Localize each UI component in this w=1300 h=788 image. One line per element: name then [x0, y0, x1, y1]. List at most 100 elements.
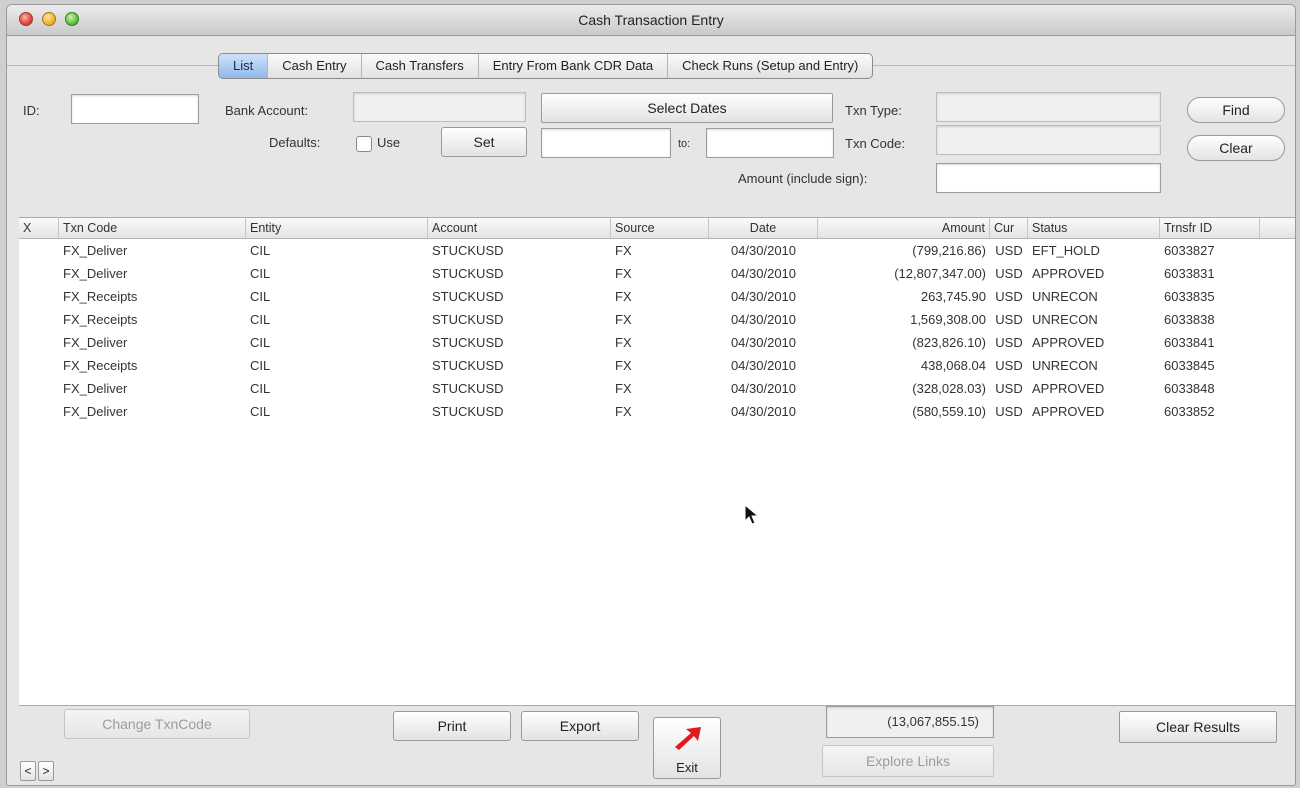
- bank-account-label: Bank Account:: [225, 103, 309, 118]
- table-row[interactable]: FX_Deliver CIL STUCKUSD FX 04/30/2010 (580,55…: [19, 400, 1295, 423]
- cell-source: FX: [615, 335, 632, 350]
- cell-x: [19, 354, 59, 377]
- cell-account: STUCKUSD: [432, 312, 504, 327]
- cell-amount: (328,028.03): [912, 381, 986, 396]
- cell-x: [19, 377, 59, 400]
- column-header-transfer-id[interactable]: Trnsfr ID: [1160, 218, 1260, 238]
- cell-currency: USD: [995, 404, 1023, 419]
- cell-currency: USD: [995, 266, 1023, 281]
- set-defaults-button[interactable]: Set: [441, 127, 527, 157]
- column-header-account[interactable]: Account: [428, 218, 611, 238]
- cell-txn-code: FX_Receipts: [63, 358, 138, 373]
- cell-transfer-id: 6033845: [1164, 358, 1215, 373]
- tab-cash-entry[interactable]: Cash Entry: [268, 54, 362, 78]
- cell-status: UNRECON: [1032, 358, 1098, 373]
- tab-check-runs[interactable]: Check Runs (Setup and Entry): [668, 54, 872, 78]
- app-window: Cash Transaction Entry List Cash Entry C…: [6, 4, 1296, 786]
- explore-links-button[interactable]: Explore Links: [822, 745, 994, 777]
- column-header-currency[interactable]: Cur: [990, 218, 1028, 238]
- cell-date: 04/30/2010: [730, 358, 797, 373]
- cell-amount: (580,559.10): [912, 404, 986, 419]
- exit-button[interactable]: Exit: [653, 717, 721, 779]
- cell-txn-code: FX_Deliver: [63, 335, 128, 350]
- bank-account-input[interactable]: [353, 92, 526, 122]
- cell-source: FX: [615, 312, 632, 327]
- column-header-date[interactable]: Date: [709, 218, 818, 238]
- table-row[interactable]: FX_Receipts CIL STUCKUSD FX 04/30/2010 1,569,…: [19, 308, 1295, 331]
- cell-amount: (799,216.86): [912, 243, 986, 258]
- export-button[interactable]: Export: [521, 711, 639, 741]
- txn-code-label: Txn Code:: [845, 136, 905, 151]
- cell-entity: CIL: [250, 358, 271, 373]
- id-input[interactable]: [71, 94, 199, 124]
- use-defaults-checkbox[interactable]: [356, 136, 372, 152]
- next-button[interactable]: >: [38, 761, 54, 781]
- column-header-x[interactable]: X: [19, 218, 59, 238]
- cell-status: EFT_HOLD: [1032, 243, 1100, 258]
- cell-transfer-id: 6033848: [1164, 381, 1215, 396]
- cell-status: APPROVED: [1032, 404, 1105, 419]
- select-dates-button[interactable]: Select Dates: [541, 93, 833, 123]
- cell-amount: 438,068.04: [920, 358, 986, 373]
- cell-currency: USD: [995, 312, 1023, 327]
- cell-date: 04/30/2010: [730, 404, 797, 419]
- date-to-input[interactable]: [706, 128, 834, 158]
- to-label: to:: [678, 138, 691, 150]
- clear-button[interactable]: Clear: [1187, 135, 1285, 161]
- cell-account: STUCKUSD: [432, 289, 504, 304]
- cell-entity: CIL: [250, 312, 271, 327]
- table-header: X Txn Code Entity Account Source Date Amount Cu…: [19, 218, 1295, 239]
- cell-account: STUCKUSD: [432, 404, 504, 419]
- column-header-status[interactable]: Status: [1028, 218, 1160, 238]
- clear-results-button[interactable]: Clear Results: [1119, 711, 1277, 743]
- cell-transfer-id: 6033852: [1164, 404, 1215, 419]
- cell-x: [19, 400, 59, 423]
- cell-date: 04/30/2010: [730, 289, 797, 304]
- total-amount: (13,067,855.15): [826, 706, 994, 738]
- print-button[interactable]: Print: [393, 711, 511, 741]
- cell-date: 04/30/2010: [730, 381, 797, 396]
- date-from-input[interactable]: [541, 128, 671, 158]
- txn-type-label: Txn Type:: [845, 103, 902, 118]
- find-button[interactable]: Find: [1187, 97, 1285, 123]
- cell-status: APPROVED: [1032, 381, 1105, 396]
- column-header-txn-code[interactable]: Txn Code: [59, 218, 246, 238]
- amount-label: Amount (include sign):: [738, 171, 868, 186]
- txn-type-input[interactable]: [936, 92, 1161, 122]
- table-row[interactable]: FX_Receipts CIL STUCKUSD FX 04/30/2010 438,06…: [19, 354, 1295, 377]
- cell-amount: 1,569,308.00: [910, 312, 986, 327]
- column-header-entity[interactable]: Entity: [246, 218, 428, 238]
- table-row[interactable]: FX_Deliver CIL STUCKUSD FX 04/30/2010 (823,82…: [19, 331, 1295, 354]
- title-bar: Cash Transaction Entry: [7, 5, 1295, 36]
- cell-entity: CIL: [250, 404, 271, 419]
- mouse-pointer-icon: [744, 504, 760, 525]
- cell-status: APPROVED: [1032, 266, 1105, 281]
- cell-source: FX: [615, 243, 632, 258]
- tab-cash-transfers[interactable]: Cash Transfers: [362, 54, 479, 78]
- change-txncode-button[interactable]: Change TxnCode: [64, 709, 250, 739]
- table-row[interactable]: FX_Deliver CIL STUCKUSD FX 04/30/2010 (799,21…: [19, 239, 1295, 262]
- cell-transfer-id: 6033835: [1164, 289, 1215, 304]
- cell-currency: USD: [995, 335, 1023, 350]
- cell-source: FX: [615, 266, 632, 281]
- prev-button[interactable]: <: [20, 761, 36, 781]
- cell-status: UNRECON: [1032, 289, 1098, 304]
- tab-list[interactable]: List: [219, 54, 269, 78]
- amount-input[interactable]: [936, 163, 1161, 193]
- cell-txn-code: FX_Receipts: [63, 312, 138, 327]
- cell-transfer-id: 6033827: [1164, 243, 1215, 258]
- cell-txn-code: FX_Receipts: [63, 289, 138, 304]
- cell-source: FX: [615, 358, 632, 373]
- cell-date: 04/30/2010: [730, 243, 797, 258]
- table-row[interactable]: FX_Deliver CIL STUCKUSD FX 04/30/2010 (328,02…: [19, 377, 1295, 400]
- table-row[interactable]: FX_Deliver CIL STUCKUSD FX 04/30/2010 (12,807…: [19, 262, 1295, 285]
- cell-currency: USD: [995, 381, 1023, 396]
- column-header-source[interactable]: Source: [611, 218, 709, 238]
- tab-entry-from-bank-cdr[interactable]: Entry From Bank CDR Data: [479, 54, 669, 78]
- cell-txn-code: FX_Deliver: [63, 266, 128, 281]
- column-header-amount[interactable]: Amount: [818, 218, 990, 238]
- table-row[interactable]: FX_Receipts CIL STUCKUSD FX 04/30/2010 263,74…: [19, 285, 1295, 308]
- txn-code-input[interactable]: [936, 125, 1161, 155]
- cell-x: [19, 285, 59, 308]
- cell-amount: (823,826.10): [912, 335, 986, 350]
